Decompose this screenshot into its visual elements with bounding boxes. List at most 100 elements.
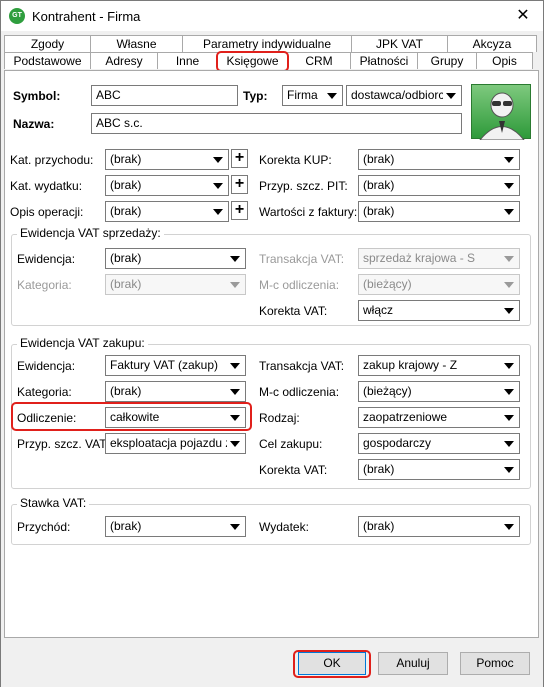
chevron-down-icon: [504, 308, 514, 314]
purchase-rodzaj-value: zaopatrzeniowe: [363, 410, 448, 424]
kat-wydatku-label: Kat. wydatku:: [10, 179, 83, 193]
app-icon: GT: [9, 8, 25, 24]
symbol-field[interactable]: ABC: [91, 85, 238, 106]
sales-mc-value: (bieżący): [363, 277, 412, 291]
close-icon[interactable]: ✕: [503, 1, 543, 31]
chevron-down-icon: [504, 209, 514, 215]
tab-jpk-vat[interactable]: JPK VAT: [351, 35, 448, 52]
typ-label: Typ:: [243, 89, 268, 103]
sales-kategoria-select: (brak): [105, 274, 246, 295]
sales-korekta-select[interactable]: włącz: [358, 300, 520, 321]
purchase-przyp-select[interactable]: eksploatacja pojazdu z 50: [105, 433, 246, 454]
chevron-down-icon: [230, 389, 240, 395]
korekta-kup-value: (brak): [363, 152, 395, 166]
symbol-label: Symbol:: [13, 89, 61, 103]
add-opis-operacji-button[interactable]: +: [231, 201, 248, 220]
chevron-down-icon: [230, 441, 240, 447]
purchase-przyp-value: eksploatacja pojazdu z 50: [110, 436, 227, 450]
typ-select[interactable]: Firma: [282, 85, 343, 106]
tab-platnosci[interactable]: Płatności: [350, 52, 418, 69]
sales-korekta-label: Korekta VAT:: [259, 304, 328, 318]
sales-mc-select: (bieżący): [358, 274, 520, 295]
purchase-ewidencja-select[interactable]: Faktury VAT (zakup): [105, 355, 246, 376]
sales-ewidencja-label: Ewidencja:: [17, 252, 76, 266]
dialog-window: GT Kontrahent - Firma ✕ Zgody Własne Par…: [0, 0, 544, 687]
cancel-button[interactable]: Anuluj: [378, 652, 448, 675]
nazwa-label: Nazwa:: [13, 117, 55, 131]
purchase-ewidencja-label: Ewidencja:: [17, 359, 76, 373]
purchase-mc-select[interactable]: (bieżący): [358, 381, 520, 402]
chevron-down-icon: [213, 183, 223, 189]
sales-ewidencja-select[interactable]: (brak): [105, 248, 246, 269]
korekta-kup-select[interactable]: (brak): [358, 149, 520, 170]
purchase-kategoria-select[interactable]: (brak): [105, 381, 246, 402]
chevron-down-icon: [327, 93, 337, 99]
tab-adresy[interactable]: Adresy: [90, 52, 158, 69]
stawka-przychod-value: (brak): [110, 519, 142, 533]
stawka-przychod-select[interactable]: (brak): [105, 516, 246, 537]
help-button[interactable]: Pomoc: [460, 652, 530, 675]
chevron-down-icon: [504, 524, 514, 530]
tab-wlasne[interactable]: Własne: [90, 35, 183, 52]
tab-crm[interactable]: CRM: [287, 52, 351, 69]
kat-przychodu-select[interactable]: (brak): [105, 149, 229, 170]
tab-parametry[interactable]: Parametry indywidualne: [182, 35, 352, 52]
tab-akcyza[interactable]: Akcyza: [447, 35, 537, 52]
tab-inne[interactable]: Inne: [157, 52, 218, 69]
typ2-select[interactable]: dostawca/odbiorca: [346, 85, 462, 106]
purchase-korekta-select[interactable]: (brak): [358, 459, 520, 480]
tab-podstawowe[interactable]: Podstawowe: [4, 52, 91, 69]
tab-row-top: Zgody Własne Parametry indywidualne JPK …: [4, 35, 537, 52]
purchase-rodzaj-select[interactable]: zaopatrzeniowe: [358, 407, 520, 428]
purchase-przyp-label: Przyp. szcz. VAT:: [17, 437, 109, 451]
wartosci-z-faktury-select[interactable]: (brak): [358, 201, 520, 222]
chevron-down-icon: [504, 282, 514, 288]
purchase-transakcja-value: zakup krajowy - Z: [363, 358, 458, 372]
sales-transakcja-select: sprzedaż krajowa - S: [358, 248, 520, 269]
add-kat-wydatku-button[interactable]: +: [231, 175, 248, 194]
chevron-down-icon: [504, 256, 514, 262]
przyp-szcz-pit-label: Przyp. szcz. PIT:: [259, 179, 348, 193]
chevron-down-icon: [504, 415, 514, 421]
purchase-mc-value: (bieżący): [363, 384, 412, 398]
przyp-szcz-pit-select[interactable]: (brak): [358, 175, 520, 196]
chevron-down-icon: [446, 93, 456, 99]
przyp-szcz-pit-value: (brak): [363, 178, 395, 192]
chevron-down-icon: [504, 389, 514, 395]
chevron-down-icon: [504, 363, 514, 369]
purchase-kategoria-value: (brak): [110, 384, 142, 398]
add-kat-przychodu-button[interactable]: +: [231, 149, 248, 168]
sales-mc-label: M-c odliczenia:: [259, 278, 340, 292]
kat-wydatku-select[interactable]: (brak): [105, 175, 229, 196]
stawka-wydatek-select[interactable]: (brak): [358, 516, 520, 537]
purchase-mc-label: M-c odliczenia:: [259, 385, 340, 399]
purchase-cel-select[interactable]: gospodarczy: [358, 433, 520, 454]
wartosci-z-faktury-label: Wartości z faktury:: [259, 205, 358, 219]
sales-kategoria-label: Kategoria:: [17, 278, 72, 292]
chevron-down-icon: [504, 183, 514, 189]
tab-panel-ksiegowe: Symbol: ABC Typ: Firma dostawca/odbiorca…: [4, 70, 539, 638]
opis-operacji-select[interactable]: (brak): [105, 201, 229, 222]
chevron-down-icon: [230, 524, 240, 530]
tab-opis[interactable]: Opis: [476, 52, 533, 69]
tab-highlight-marker: [216, 51, 289, 72]
stawka-wydatek-label: Wydatek:: [259, 520, 309, 534]
sales-ewidencja-value: (brak): [110, 251, 142, 265]
purchase-kategoria-label: Kategoria:: [17, 385, 72, 399]
stawka-przychod-label: Przychód:: [17, 520, 71, 534]
chevron-down-icon: [213, 209, 223, 215]
purchase-korekta-label: Korekta VAT:: [259, 463, 328, 477]
purchase-rodzaj-label: Rodzaj:: [259, 411, 300, 425]
purchase-transakcja-select[interactable]: zakup krajowy - Z: [358, 355, 520, 376]
tab-grupy[interactable]: Grupy: [417, 52, 477, 69]
tab-zgody[interactable]: Zgody: [4, 35, 91, 52]
ok-highlight-marker: [293, 650, 371, 678]
nazwa-field[interactable]: ABC s.c.: [91, 113, 462, 134]
sales-transakcja-value: sprzedaż krajowa - S: [363, 251, 476, 265]
sales-korekta-value: włącz: [363, 303, 394, 317]
sales-kategoria-value: (brak): [110, 277, 142, 291]
chevron-down-icon: [230, 282, 240, 288]
purchase-transakcja-label: Transakcja VAT:: [259, 359, 345, 373]
chevron-down-icon: [230, 256, 240, 262]
contractor-avatar-icon[interactable]: [471, 84, 531, 141]
